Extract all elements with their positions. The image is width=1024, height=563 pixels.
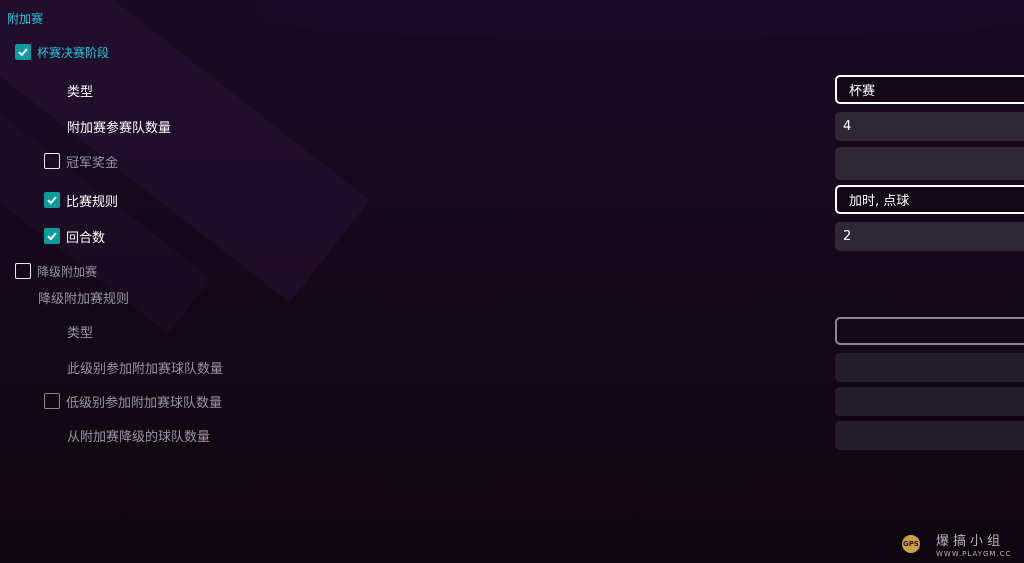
prize-toggle[interactable]: 冠军奖金 [44, 147, 118, 175]
background-band [260, 0, 1024, 38]
section-title: 附加赛 [7, 12, 44, 26]
watermark-text: 爆搞小组 WWW.PLAYGM.CC [936, 530, 1011, 558]
match-rules-select[interactable]: 加时, 点球 [835, 185, 1024, 214]
relegation-label: 降级附加赛 [37, 264, 98, 279]
relegation-rules-heading: 降级附加赛规则 [38, 283, 129, 311]
rounds-label: 回合数 [66, 230, 106, 246]
this-level-row: 此级别参加附加赛球队数量 [67, 353, 223, 381]
checkbox-checked-icon[interactable] [44, 228, 60, 244]
relegation-type-row: 类型 [67, 317, 93, 345]
cup-type-select[interactable]: 杯赛 [835, 75, 1024, 104]
playoff-teams-value: 4 [843, 119, 852, 134]
this-level-input[interactable] [835, 353, 1024, 382]
relegated-row: 从附加赛降级的球队数量 [67, 421, 210, 449]
lower-level-toggle[interactable]: 低级别参加附加赛球队数量 [44, 387, 222, 415]
watermark-logo-icon: GPS [902, 535, 920, 553]
watermark: GPS 爆搞小组 WWW.PLAYGM.CC [902, 530, 1011, 558]
checkbox-checked-icon[interactable] [44, 192, 60, 208]
relegated-label: 从附加赛降级的球队数量 [67, 429, 211, 445]
rounds-input[interactable]: 2 [835, 222, 1024, 251]
lower-level-label: 低级别参加附加赛球队数量 [66, 395, 223, 411]
playoff-settings-panel: 附加赛 杯赛决赛阶段 类型 杯赛 附加赛参赛队数量 4 冠军奖金 比赛规则 加时… [0, 0, 1024, 563]
rounds-value: 2 [843, 229, 852, 244]
prize-label: 冠军奖金 [66, 155, 119, 171]
watermark-url: WWW.PLAYGM.CC [936, 550, 1012, 558]
watermark-title: 爆搞小组 [936, 534, 1005, 549]
match-rules-value: 加时, 点球 [849, 194, 910, 209]
match-rules-toggle[interactable]: 比赛规则 [44, 186, 118, 214]
cup-stage-label: 杯赛决赛阶段 [37, 45, 110, 60]
prize-input[interactable] [835, 147, 1024, 180]
relegated-input[interactable] [835, 421, 1024, 450]
checkbox-unchecked-icon[interactable] [44, 153, 60, 169]
cup-type-label: 类型 [67, 84, 94, 100]
cup-stage-toggle[interactable]: 杯赛决赛阶段 [15, 38, 109, 66]
this-level-label: 此级别参加附加赛球队数量 [67, 361, 224, 377]
cup-type-row: 类型 [67, 76, 93, 104]
cup-type-value: 杯赛 [849, 84, 876, 99]
relegation-rules-heading-text: 降级附加赛规则 [38, 291, 130, 307]
relegation-toggle[interactable]: 降级附加赛 [15, 257, 97, 285]
relegation-type-select[interactable] [835, 317, 1024, 345]
lower-level-input[interactable] [835, 387, 1024, 416]
checkbox-checked-icon[interactable] [15, 44, 31, 60]
checkbox-unchecked-icon[interactable] [15, 263, 31, 279]
checkbox-unchecked-icon[interactable] [44, 393, 60, 409]
match-rules-label: 比赛规则 [66, 194, 119, 210]
playoff-teams-row: 附加赛参赛队数量 [67, 112, 171, 140]
playoff-teams-label: 附加赛参赛队数量 [67, 120, 172, 136]
rounds-toggle[interactable]: 回合数 [44, 222, 105, 250]
playoff-teams-input[interactable]: 4 [835, 112, 1024, 141]
relegation-type-label: 类型 [67, 325, 94, 341]
